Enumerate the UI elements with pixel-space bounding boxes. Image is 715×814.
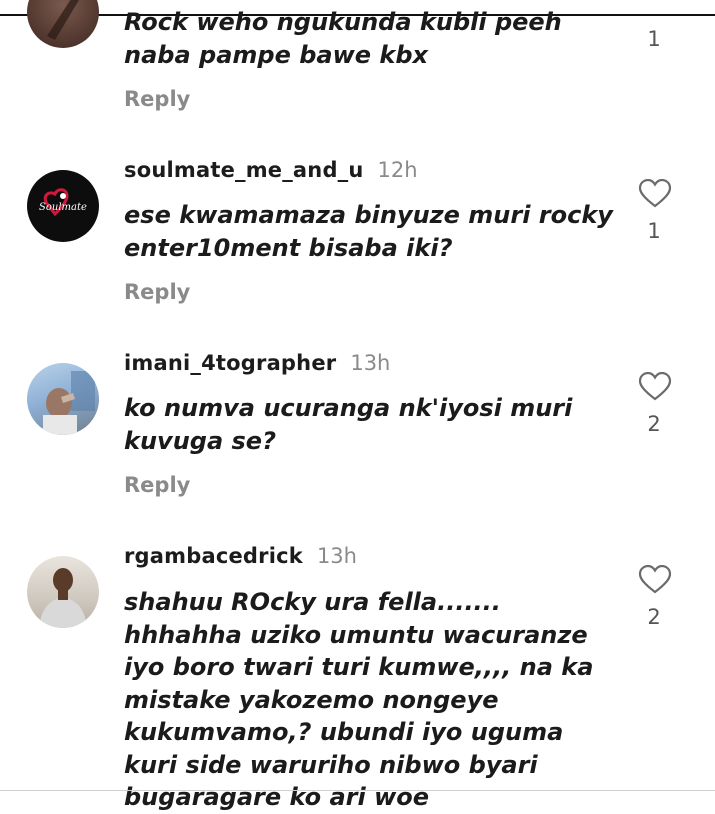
heart-outline-icon[interactable] xyxy=(638,372,672,402)
reply-button[interactable]: Reply xyxy=(124,87,190,111)
timestamp: 13h xyxy=(350,351,391,375)
comment-header: soulmate_me_and_u 12h xyxy=(124,158,418,182)
like-count: 1 xyxy=(647,219,661,243)
soulmate-logo-avatar[interactable]: Soulmate xyxy=(27,170,99,242)
like-count: 2 xyxy=(647,412,661,436)
username[interactable]: imani_4tographer xyxy=(124,351,336,375)
avatar-logo-text: Soulmate xyxy=(39,202,87,213)
username[interactable]: soulmate_me_and_u xyxy=(124,158,364,182)
comment-text: ko numva ucuranga nk'iyosi muri kuvuga s… xyxy=(124,394,573,455)
reply-button[interactable]: Reply xyxy=(124,473,190,497)
bottom-divider xyxy=(0,790,715,791)
like-count: 2 xyxy=(647,605,661,629)
comment-text: Rock weho ngukunda kubli peeh naba pampe… xyxy=(124,8,562,69)
timestamp: 12h xyxy=(377,158,418,182)
comment-header: rgambacedrick 13h xyxy=(124,544,357,568)
soulmate-logo-icon: Soulmate xyxy=(39,188,87,217)
user-avatar[interactable] xyxy=(27,0,99,48)
like-count: 1 xyxy=(647,27,661,51)
user-avatar[interactable] xyxy=(27,363,99,435)
username[interactable]: rgambacedrick xyxy=(124,544,303,568)
timestamp: 13h xyxy=(316,544,357,568)
user-avatar[interactable] xyxy=(27,556,99,628)
heart-outline-icon[interactable] xyxy=(638,565,672,595)
heart-outline-icon[interactable] xyxy=(638,179,672,209)
comment-header: imani_4tographer 13h xyxy=(124,351,390,375)
reply-button[interactable]: Reply xyxy=(124,280,190,304)
comment-text: ese kwamamaza binyuze muri rocky enter10… xyxy=(124,201,613,262)
comment-text: shahuu ROcky ura fella....... hhhahha uz… xyxy=(124,588,594,811)
